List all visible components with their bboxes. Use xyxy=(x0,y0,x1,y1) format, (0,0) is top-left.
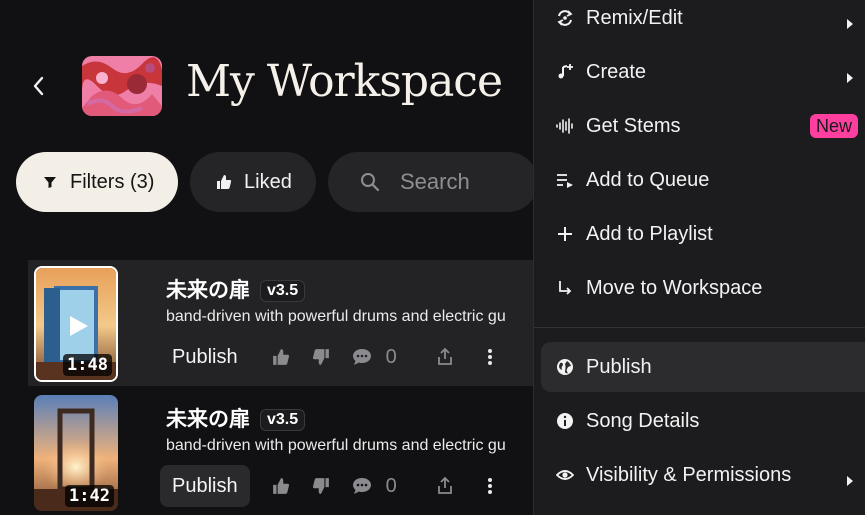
song-title-text: 未来の扉 xyxy=(166,408,250,431)
menu-item-label: Visibility & Permissions xyxy=(586,463,792,486)
menu-item-song-details[interactable]: Song Details xyxy=(534,396,865,446)
menu-item-remix-edit[interactable]: Remix/Edit xyxy=(534,0,865,43)
menu-item-get-stems[interactable]: Get Stems New xyxy=(534,101,865,151)
filter-funnel-icon xyxy=(42,174,58,190)
caret-right-icon xyxy=(846,470,854,493)
dislike-button[interactable] xyxy=(312,477,330,495)
like-button[interactable] xyxy=(272,477,290,495)
comment-count: 0 xyxy=(385,345,397,368)
menu-item-publish[interactable]: Publish xyxy=(541,342,865,392)
back-button[interactable] xyxy=(26,72,50,100)
dislike-button[interactable] xyxy=(312,348,330,366)
menu-item-visibility-permissions[interactable]: Visibility & Permissions xyxy=(534,450,865,500)
share-button[interactable] xyxy=(437,348,453,366)
song-title[interactable]: 未来の扉 v3.5 xyxy=(166,274,306,304)
menu-item-label: Add to Playlist xyxy=(586,222,713,245)
thumbs-up-icon xyxy=(272,349,289,365)
comments-button[interactable]: 0 xyxy=(352,475,397,498)
song-cover[interactable]: 1:48 xyxy=(34,266,118,382)
thumbs-up-icon xyxy=(272,478,289,494)
plus-icon xyxy=(556,225,574,243)
menu-item-create[interactable]: Create xyxy=(534,47,865,97)
eye-icon xyxy=(556,466,574,484)
song-actions: Publish 0 xyxy=(160,465,493,507)
version-badge: v3.5 xyxy=(260,280,306,302)
comment-count: 0 xyxy=(385,474,397,497)
more-vertical-icon xyxy=(487,349,492,365)
like-button[interactable] xyxy=(272,348,290,366)
menu-item-label: Move to Workspace xyxy=(586,276,763,299)
globe-icon xyxy=(556,358,574,376)
move-arrow-icon xyxy=(556,279,574,297)
workspace-thumbnail xyxy=(82,56,162,116)
menu-item-label: Add to Queue xyxy=(586,168,710,191)
remix-icon xyxy=(556,9,574,27)
chevron-left-icon xyxy=(33,76,44,96)
song-description: band-driven with powerful drums and elec… xyxy=(166,437,506,454)
duration-label: 1:48 xyxy=(63,354,112,376)
publish-button[interactable]: Publish xyxy=(160,336,250,378)
comment-icon xyxy=(352,478,371,494)
liked-filter-button[interactable]: Liked xyxy=(190,152,316,212)
search-input[interactable]: Search xyxy=(328,152,538,212)
song-row[interactable]: 1:42 未来の扉 v3.5 band-driven with powerful … xyxy=(28,389,548,515)
search-placeholder: Search xyxy=(400,169,470,194)
song-row[interactable]: 1:48 未来の扉 v3.5 band-driven with powerful … xyxy=(28,260,548,386)
song-description: band-driven with powerful drums and elec… xyxy=(166,308,506,325)
menu-item-label: Get Stems xyxy=(586,114,681,137)
caret-right-icon xyxy=(846,13,854,36)
search-icon xyxy=(360,172,380,192)
caret-right-icon xyxy=(846,67,854,90)
menu-item-add-to-playlist[interactable]: Add to Playlist xyxy=(534,209,865,259)
menu-item-add-to-queue[interactable]: Add to Queue xyxy=(534,155,865,205)
waveform-icon xyxy=(556,117,574,135)
menu-item-label: Song Details xyxy=(586,409,700,432)
page-title: My Workspace xyxy=(186,56,503,107)
menu-item-label: Remix/Edit xyxy=(586,6,683,29)
more-options-button[interactable] xyxy=(487,348,493,366)
menu-item-label: Create xyxy=(586,60,647,83)
filters-label: Filters (3) xyxy=(70,170,155,193)
thumbs-up-icon xyxy=(216,174,232,190)
liked-label: Liked xyxy=(244,170,292,193)
filters-button[interactable]: Filters (3) xyxy=(16,152,178,212)
more-vertical-icon xyxy=(487,478,492,494)
menu-divider xyxy=(534,327,865,328)
song-actions: Publish 0 xyxy=(160,336,493,378)
duration-label: 1:42 xyxy=(65,485,114,507)
create-music-icon xyxy=(556,63,574,81)
new-badge: New xyxy=(809,114,858,138)
share-icon xyxy=(437,348,452,365)
thumbs-down-icon xyxy=(312,349,329,365)
menu-item-label: Publish xyxy=(586,355,652,378)
song-context-menu: Remix/Edit Create Get Stems New Add to Q… xyxy=(533,0,865,515)
play-icon[interactable] xyxy=(66,314,90,343)
song-cover[interactable]: 1:42 xyxy=(34,395,118,511)
menu-item-move-to-workspace[interactable]: Move to Workspace xyxy=(534,263,865,313)
more-options-button[interactable] xyxy=(487,477,493,495)
version-badge: v3.5 xyxy=(260,409,306,431)
comments-button[interactable]: 0 xyxy=(352,346,397,369)
info-icon xyxy=(556,412,574,430)
song-title-text: 未来の扉 xyxy=(166,279,250,302)
queue-icon xyxy=(556,171,574,189)
thumbs-down-icon xyxy=(312,478,329,494)
publish-button[interactable]: Publish xyxy=(160,465,250,507)
song-title[interactable]: 未来の扉 v3.5 xyxy=(166,403,306,433)
share-icon xyxy=(437,477,452,494)
comment-icon xyxy=(352,349,371,365)
share-button[interactable] xyxy=(437,477,453,495)
